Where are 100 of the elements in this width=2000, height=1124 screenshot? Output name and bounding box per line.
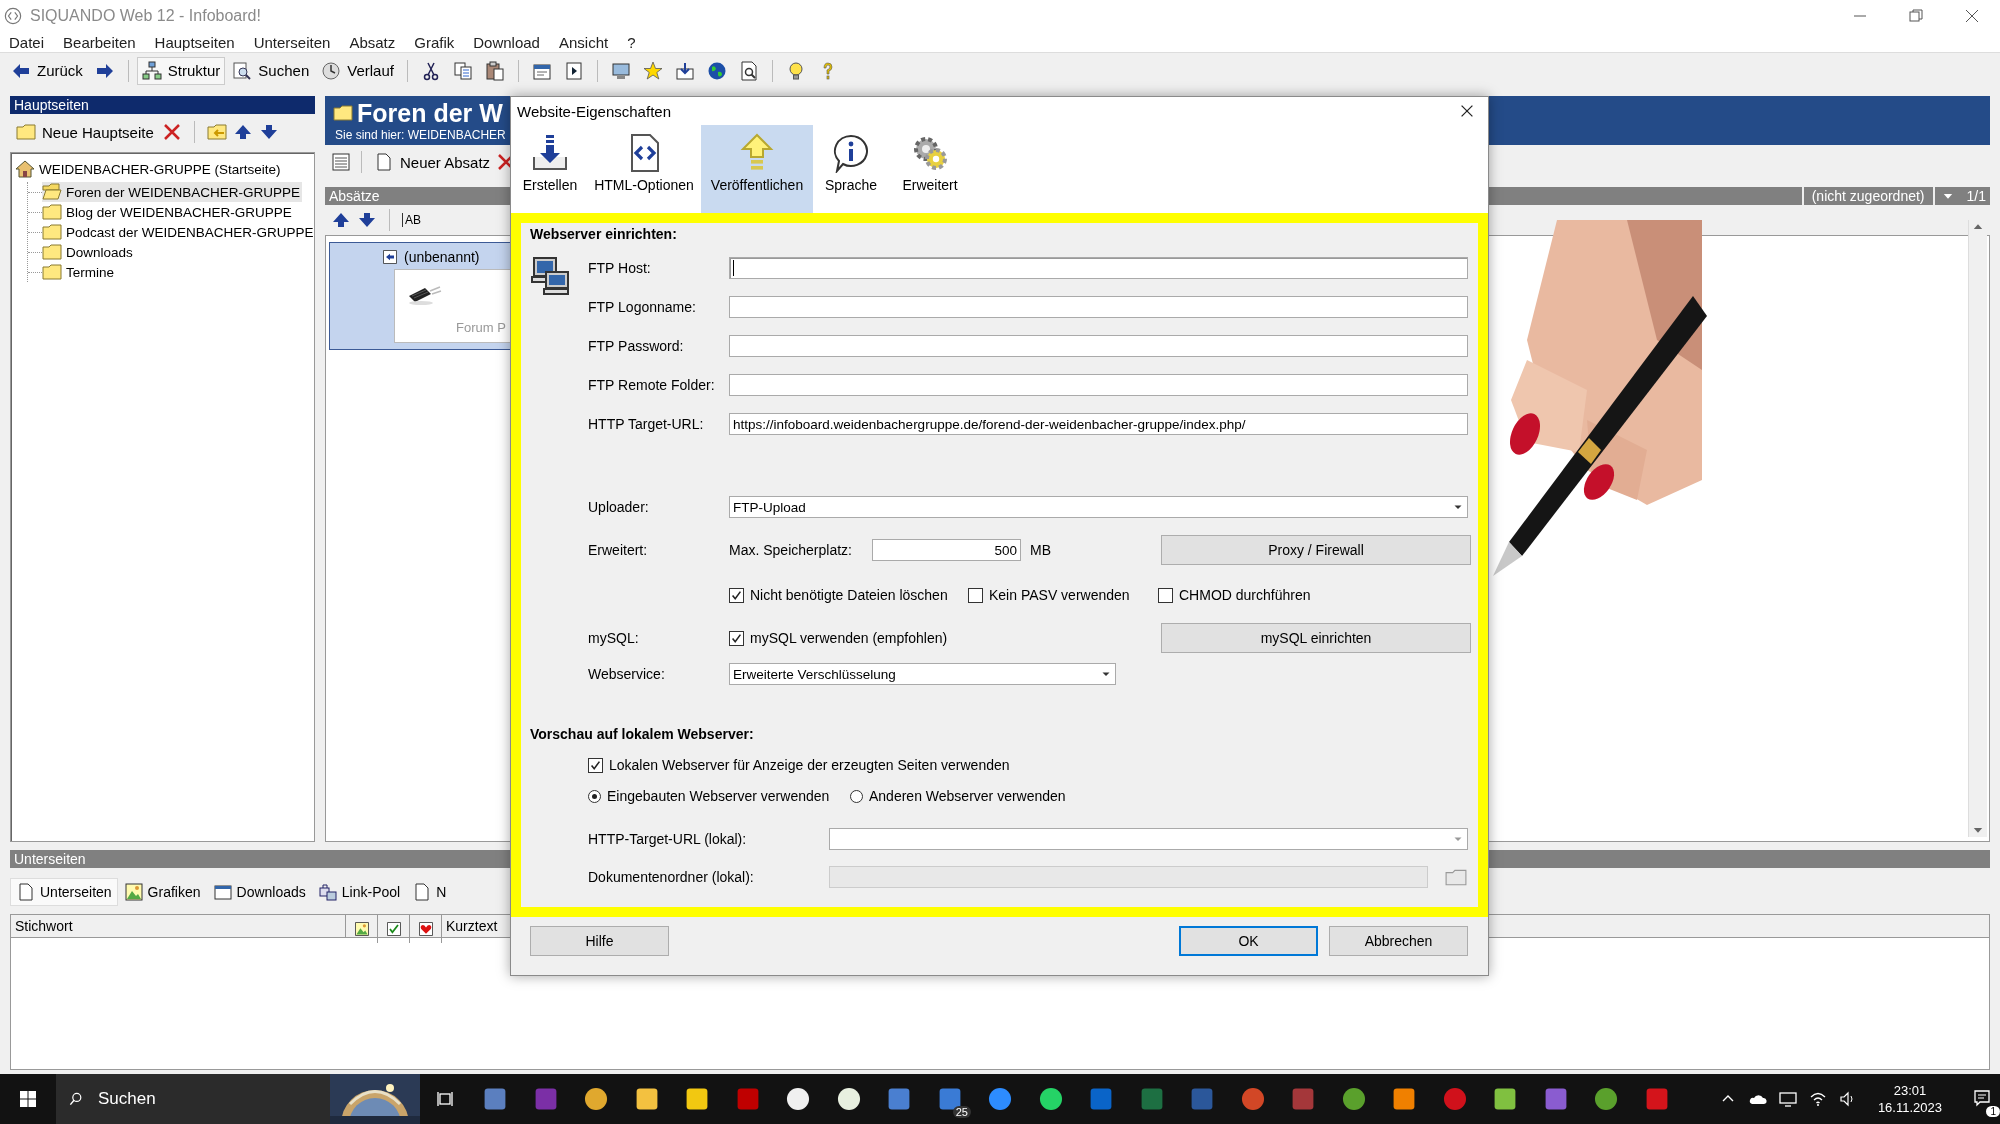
dropdown[interactable]: Erweiterte Verschlüsselung: [729, 663, 1116, 685]
page-icon: [374, 152, 394, 172]
menu-item[interactable]: Download: [473, 33, 540, 51]
proxy-button[interactable]: Proxy / Firewall: [1161, 535, 1471, 565]
text-field[interactable]: [729, 374, 1468, 396]
menu-item[interactable]: Grafik: [414, 33, 455, 51]
checkbox-label[interactable]: Kein PASV verwenden: [989, 587, 1130, 603]
search-field[interactable]: Suchen: [96, 1088, 318, 1110]
page-title: Foren der W: [357, 100, 503, 126]
checkbox[interactable]: [968, 587, 983, 603]
toolbar-label: Suchen: [258, 62, 310, 79]
menu-item[interactable]: Unterseiten: [253, 33, 331, 51]
search-box[interactable]: Suchen: [56, 1074, 420, 1124]
dialog-tab[interactable]: Veröffentlichen: [701, 125, 813, 213]
text-field[interactable]: [729, 257, 1468, 279]
tab[interactable]: Downloads: [206, 878, 312, 906]
play-icon: [563, 60, 584, 81]
checkbox-label[interactable]: Nicht benötigte Dateien löschen: [750, 587, 948, 603]
tab[interactable]: Link-Pool: [311, 878, 407, 906]
scrollbar[interactable]: [1968, 220, 1987, 837]
ok-button[interactable]: OK: [1179, 926, 1318, 956]
dialog-tab[interactable]: HTML-Optionen: [587, 125, 701, 213]
app-icon[interactable]: [1593, 1086, 1620, 1112]
toolbar-button[interactable]: Struktur: [136, 56, 226, 85]
section-title: Absätze: [329, 188, 380, 204]
dialog-tab[interactable]: Erstellen: [513, 125, 587, 213]
tree-item[interactable]: Podcast der WEIDENBACHER-GRUPPE: [42, 222, 318, 242]
radio-button[interactable]: [588, 789, 601, 803]
app-icon[interactable]: [583, 1086, 610, 1112]
task-view-icon[interactable]: [435, 1089, 455, 1109]
app-icon[interactable]: [785, 1086, 812, 1112]
toolbar-button[interactable]: Suchen: [227, 56, 315, 85]
window-title: SIQUANDO Web 12 - Infoboard!: [30, 7, 261, 25]
combo-field[interactable]: [829, 828, 1468, 850]
cancel-button[interactable]: Abbrechen: [1329, 926, 1468, 956]
radio-label[interactable]: Anderen Webserver verwenden: [869, 788, 1066, 804]
new-paragraph-button[interactable]: Neuer Absatz: [372, 152, 493, 172]
paragraph-title: (unbenannt): [404, 249, 480, 265]
menu-item[interactable]: Absatz: [349, 33, 396, 51]
tab[interactable]: N: [406, 878, 453, 906]
tree-item[interactable]: Termine: [42, 262, 118, 282]
app-icon[interactable]: [1340, 1086, 1367, 1112]
tree-item[interactable]: WEIDENBACHER-GRUPPE (Startseite): [15, 159, 285, 179]
menu-item[interactable]: Ansicht: [558, 33, 609, 51]
checkbox[interactable]: [729, 587, 744, 603]
page-icon: [16, 882, 36, 902]
open-folder-icon: [42, 182, 62, 202]
checkbox[interactable]: [1158, 587, 1173, 603]
dialog-tab[interactable]: Erweitert: [889, 125, 971, 213]
layout-icon[interactable]: [331, 152, 351, 172]
star-icon: [642, 60, 663, 81]
clock[interactable]: 23:01 16.11.2023: [1877, 1082, 1942, 1116]
windows-logo-icon[interactable]: [18, 1089, 38, 1109]
rename-button[interactable]: AB: [402, 213, 421, 227]
tree-item[interactable]: Downloads: [42, 242, 137, 262]
text-field[interactable]: [729, 335, 1468, 357]
tab-label: Veröffentlichen: [710, 177, 804, 193]
menu-item[interactable]: Hauptseiten: [154, 33, 235, 51]
app-icon[interactable]: [987, 1086, 1014, 1112]
notification-icon[interactable]: [1972, 1087, 1992, 1108]
radio-button[interactable]: [850, 789, 863, 803]
tab[interactable]: Unterseiten: [10, 878, 118, 906]
field-label: Max. Speicherplatz:: [729, 542, 853, 558]
toolbar-button[interactable]: Verlauf: [316, 56, 399, 85]
checkbox-label[interactable]: Lokalen Webserver für Anzeige der erzeugten Seiten verwenden: [609, 757, 1010, 773]
checkbox[interactable]: [729, 630, 744, 646]
checkbox-label[interactable]: CHMOD durchführen: [1179, 587, 1311, 603]
menu-item[interactable]: Bearbeiten: [63, 33, 136, 51]
hierarchy-icon: [141, 60, 162, 81]
checkbox[interactable]: [588, 757, 603, 773]
mysql-setup-button[interactable]: mySQL einrichten: [1161, 623, 1471, 653]
display-icon[interactable]: [1777, 1089, 1798, 1109]
menu-item[interactable]: ?: [627, 33, 636, 51]
tab-label: Erstellen: [522, 177, 578, 193]
number-field[interactable]: 500: [872, 539, 1021, 561]
radio-label[interactable]: Eingebauten Webserver verwenden: [607, 788, 830, 804]
breadcrumb: Sie sind hier: WEIDENBACHER: [334, 128, 506, 142]
toolbar-button[interactable]: Zurück: [6, 56, 88, 85]
tab-label: Erweitert: [902, 177, 958, 193]
help-button[interactable]: Hilfe: [530, 926, 669, 956]
text-field[interactable]: [729, 296, 1468, 318]
new-page-button[interactable]: Neue Hauptseite: [14, 122, 156, 142]
category-dropdown[interactable]: (nicht zugeordnet): [1801, 187, 1933, 205]
delete-icon[interactable]: [161, 122, 182, 142]
pager[interactable]: 1/1: [1932, 187, 1990, 205]
column-header[interactable]: Stichwort: [11, 915, 346, 937]
dialog-tab[interactable]: Sprache: [813, 125, 889, 213]
globe-icon: [706, 60, 727, 81]
checkbox-label[interactable]: mySQL verwenden (empfohlen): [750, 630, 948, 646]
image-icon: [123, 882, 144, 902]
tab[interactable]: Grafiken: [117, 878, 207, 906]
folder-icon: [16, 122, 36, 142]
app-logo-icon: [4, 7, 22, 25]
menu-item[interactable]: Datei: [9, 33, 45, 51]
tree-item[interactable]: Blog der WEIDENBACHER-GRUPPE: [42, 202, 296, 222]
tree-item[interactable]: Foren der WEIDENBACHER-GRUPPE: [42, 182, 303, 202]
dropdown[interactable]: FTP-Upload: [729, 496, 1468, 518]
app-icon[interactable]: [835, 1086, 862, 1112]
text-field[interactable]: https://infoboard.weidenbachergruppe.de/forend-der-weidenbacher-gruppe/index.php/: [729, 413, 1468, 435]
app-icon[interactable]: [1037, 1086, 1064, 1112]
